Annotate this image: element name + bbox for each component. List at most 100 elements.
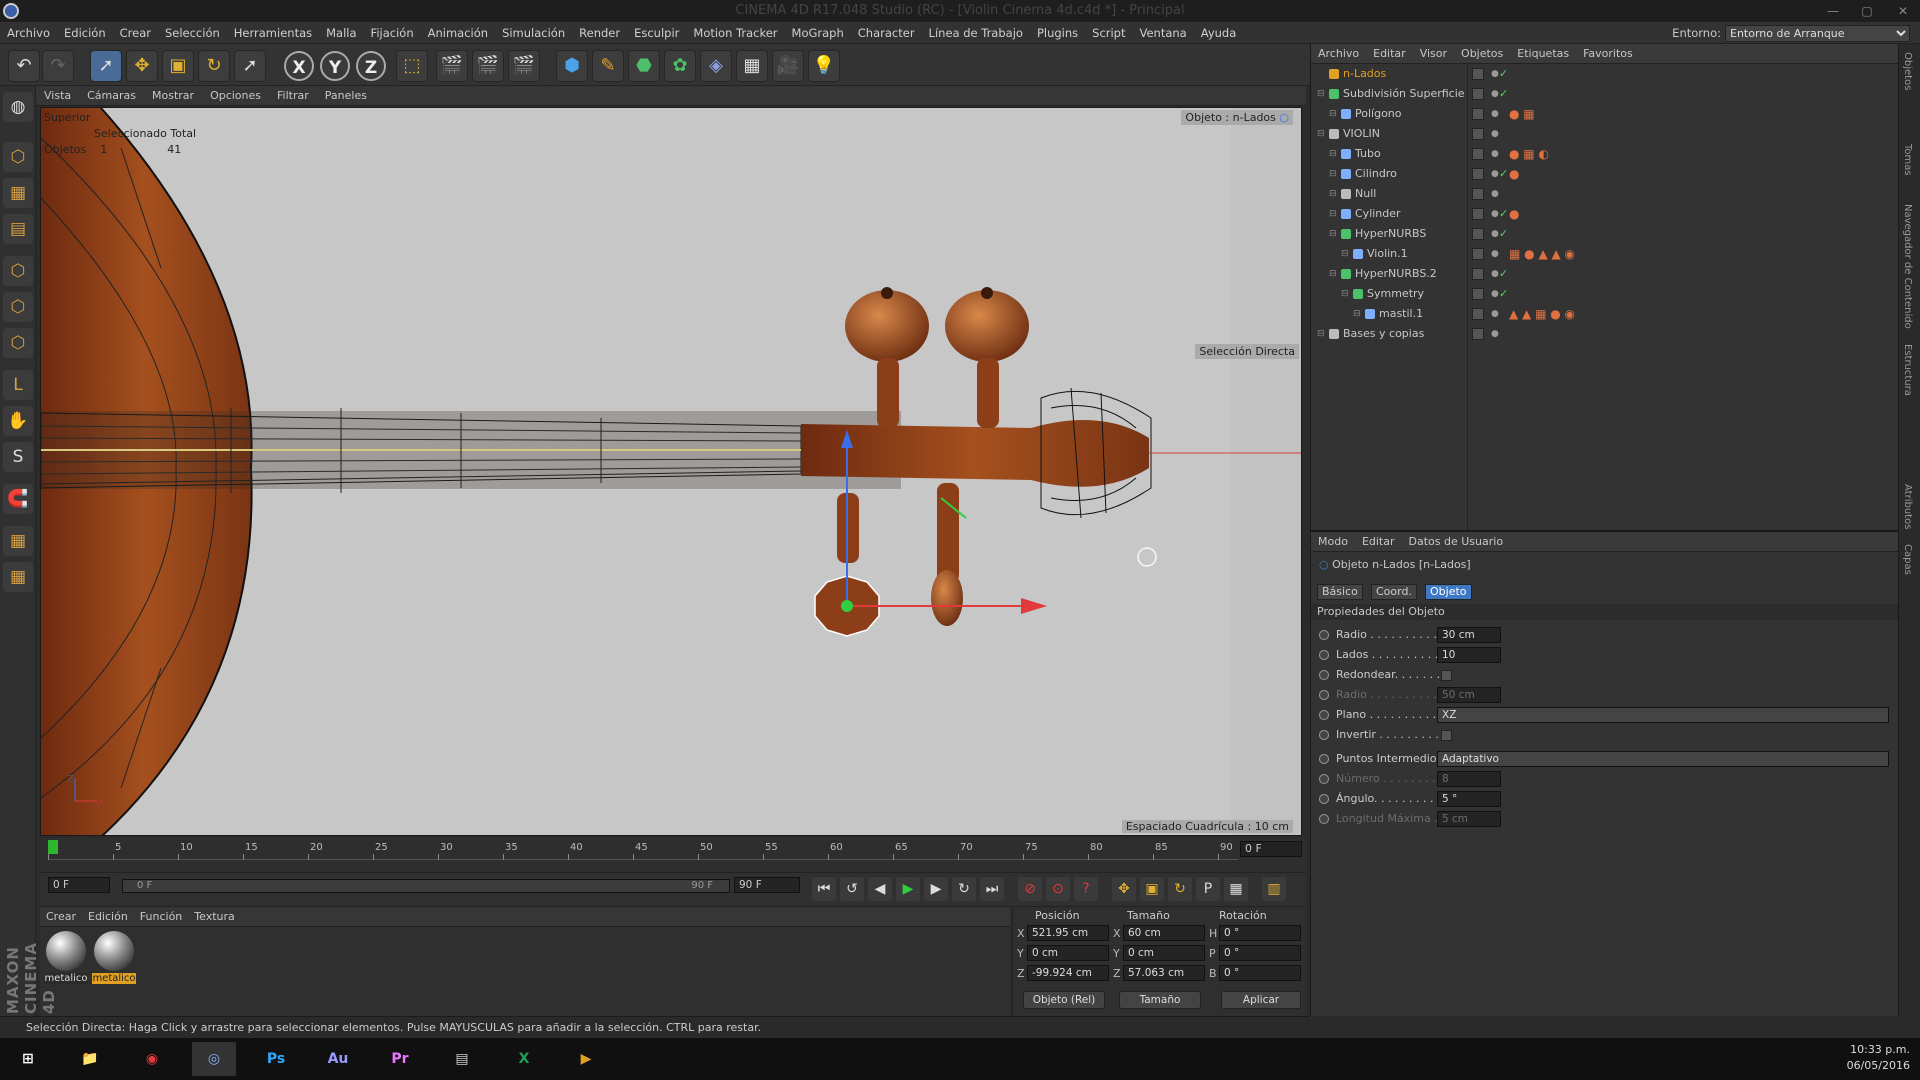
object-row[interactable]: n-Lados ● ✓ <box>1311 64 1899 84</box>
attribute-dropdown[interactable]: Adaptativo <box>1437 751 1889 767</box>
locked-workplane-icon[interactable]: ▦ <box>3 562 33 592</box>
timeline[interactable]: 051015202530354045505560657075808590 0 F <box>40 838 1306 874</box>
menu-19[interactable]: Ayuda <box>1194 22 1244 44</box>
position-field[interactable]: 521.95 cm <box>1027 925 1109 941</box>
material-item-selected[interactable]: metalico <box>92 931 136 989</box>
menu-1[interactable]: Archivo <box>0 22 57 44</box>
object-row[interactable]: ⊟ HyperNURBS ● ✓ <box>1311 224 1899 244</box>
editor-render-visibility-icon[interactable] <box>1472 108 1484 120</box>
attribute-menu-3[interactable]: Datos de Usuario <box>1402 532 1511 552</box>
model-mode-icon[interactable]: ⬡ <box>3 142 33 172</box>
object-row[interactable]: ⊟ Bases y copias ● <box>1311 324 1899 344</box>
deformer-icon[interactable]: ◈ <box>700 50 732 82</box>
z-axis-lock-button[interactable]: Z <box>356 51 386 81</box>
object-row[interactable]: ⊟ Symmetry ● ✓ <box>1311 284 1899 304</box>
y-axis-lock-button[interactable]: Y <box>320 51 350 81</box>
menu-5[interactable]: Herramientas <box>227 22 319 44</box>
visibility-dots-icon[interactable]: ● <box>1491 224 1499 244</box>
dock-tab-4[interactable]: Estructura <box>1902 344 1913 396</box>
cinema4d-button[interactable]: ◎ <box>192 1042 236 1076</box>
material-item[interactable]: metalico <box>44 931 88 989</box>
texture-mode-icon[interactable]: ▦ <box>3 178 33 208</box>
object-row[interactable]: ⊟ Cylinder ● ✓ ● <box>1311 204 1899 224</box>
apply-button[interactable]: Aplicar <box>1221 991 1301 1009</box>
visibility-dots-icon[interactable]: ● <box>1491 64 1499 84</box>
expand-icon[interactable]: ⊟ <box>1329 204 1337 224</box>
editor-render-visibility-icon[interactable] <box>1472 148 1484 160</box>
next-key-icon[interactable]: ↻ <box>952 877 976 901</box>
next-frame-icon[interactable]: ▶ <box>924 877 948 901</box>
light-icon[interactable]: 💡 <box>808 50 840 82</box>
x-axis-lock-button[interactable]: X <box>284 51 314 81</box>
key-pla-icon[interactable]: ▦ <box>1224 877 1248 901</box>
animate-radio-icon[interactable] <box>1319 650 1329 660</box>
animate-radio-icon[interactable] <box>1319 710 1329 720</box>
size-field[interactable]: 60 cm <box>1123 925 1205 941</box>
visibility-dots-icon[interactable]: ● <box>1491 104 1499 124</box>
tab-objeto[interactable]: Objeto <box>1425 584 1472 600</box>
select-tool-icon[interactable]: ➚ <box>90 50 122 82</box>
enabled-check-icon[interactable]: ✓ <box>1499 64 1508 84</box>
visibility-dots-icon[interactable]: ● <box>1491 164 1499 184</box>
viewport-menu-5[interactable]: Filtrar <box>269 86 317 106</box>
calculator-button[interactable]: ▤ <box>440 1042 484 1076</box>
position-field[interactable]: 0 cm <box>1027 945 1109 961</box>
object-row[interactable]: ⊟ HyperNURBS.2 ● ✓ <box>1311 264 1899 284</box>
spline-pen-icon[interactable]: ✎ <box>592 50 624 82</box>
animate-radio-icon[interactable] <box>1319 730 1329 740</box>
dock-tab-3[interactable]: Navegador de Contenido <box>1902 204 1913 329</box>
enabled-check-icon[interactable]: ✓ <box>1499 284 1508 304</box>
undo-icon[interactable]: ↶ <box>8 50 40 82</box>
material-menu-1[interactable]: Crear <box>40 907 82 927</box>
workplane-icon[interactable]: ▦ <box>3 526 33 556</box>
timeline-playhead[interactable] <box>48 840 58 854</box>
editor-render-visibility-icon[interactable] <box>1472 228 1484 240</box>
attribute-field[interactable]: 50 cm <box>1437 687 1501 703</box>
key-position-icon[interactable]: ✥ <box>1112 877 1136 901</box>
premiere-button[interactable]: Pr <box>378 1042 422 1076</box>
close-icon[interactable]: ✕ <box>1886 0 1920 22</box>
3d-viewport[interactable]: Superior Seleccionado Total Objetos 1 41 … <box>40 107 1302 836</box>
material-menu-4[interactable]: Textura <box>188 907 240 927</box>
visibility-dots-icon[interactable]: ● <box>1491 324 1499 344</box>
visibility-dots-icon[interactable]: ● <box>1491 204 1499 224</box>
rotation-field[interactable]: 0 ° <box>1219 965 1301 981</box>
editor-render-visibility-icon[interactable] <box>1472 308 1484 320</box>
menu-7[interactable]: Fijación <box>364 22 421 44</box>
chrome-button[interactable]: ◉ <box>130 1042 174 1076</box>
dock-tab-1[interactable]: Objetos <box>1902 52 1913 90</box>
attribute-field[interactable]: 8 <box>1437 771 1501 787</box>
animate-radio-icon[interactable] <box>1319 774 1329 784</box>
object-list[interactable]: n-Lados ● ✓ ⊟ Subdivisión Superficie ● ✓ ⊟ Políg… <box>1311 64 1899 530</box>
rotation-field[interactable]: 0 ° <box>1219 945 1301 961</box>
enabled-check-icon[interactable]: ✓ <box>1499 84 1508 104</box>
move-tool-icon[interactable]: ✥ <box>126 50 158 82</box>
polygons-mode-icon[interactable]: ⬡ <box>3 328 33 358</box>
menu-17[interactable]: Script <box>1085 22 1132 44</box>
visibility-dots-icon[interactable]: ● <box>1491 84 1499 104</box>
object-tags[interactable]: ▦ ● ▲ ▲ ◉ <box>1509 247 1575 261</box>
editor-render-visibility-icon[interactable] <box>1472 328 1484 340</box>
tab-coord[interactable]: Coord. <box>1371 584 1417 600</box>
visibility-dots-icon[interactable]: ● <box>1491 144 1499 164</box>
workplane-mode-icon[interactable]: ▤ <box>3 214 33 244</box>
editor-render-visibility-icon[interactable] <box>1472 168 1484 180</box>
menu-15[interactable]: Línea de Trabajo <box>922 22 1030 44</box>
render-picture-viewer-icon[interactable]: 🎬 <box>472 50 504 82</box>
start-button[interactable]: ⊞ <box>6 1042 50 1076</box>
camera-icon[interactable]: 🎥 <box>772 50 804 82</box>
redo-icon[interactable]: ↷ <box>42 50 74 82</box>
attribute-checkbox[interactable] <box>1441 670 1452 681</box>
menu-16[interactable]: Plugins <box>1030 22 1085 44</box>
range-slider[interactable]: 0 F 90 F <box>122 879 730 893</box>
render-settings-icon[interactable]: 🎬 <box>508 50 540 82</box>
cube-primitive-icon[interactable]: ⬢ <box>556 50 588 82</box>
menu-6[interactable]: Malla <box>319 22 363 44</box>
enabled-check-icon[interactable]: ✓ <box>1499 224 1508 244</box>
menu-8[interactable]: Animación <box>421 22 495 44</box>
timeline-window-icon[interactable]: ▥ <box>1262 877 1286 901</box>
audition-button[interactable]: Au <box>316 1042 360 1076</box>
coordinate-system-icon[interactable]: ⬚ <box>396 50 428 82</box>
object-menu-3[interactable]: Visor <box>1413 44 1454 64</box>
visibility-dots-icon[interactable]: ● <box>1491 284 1499 304</box>
